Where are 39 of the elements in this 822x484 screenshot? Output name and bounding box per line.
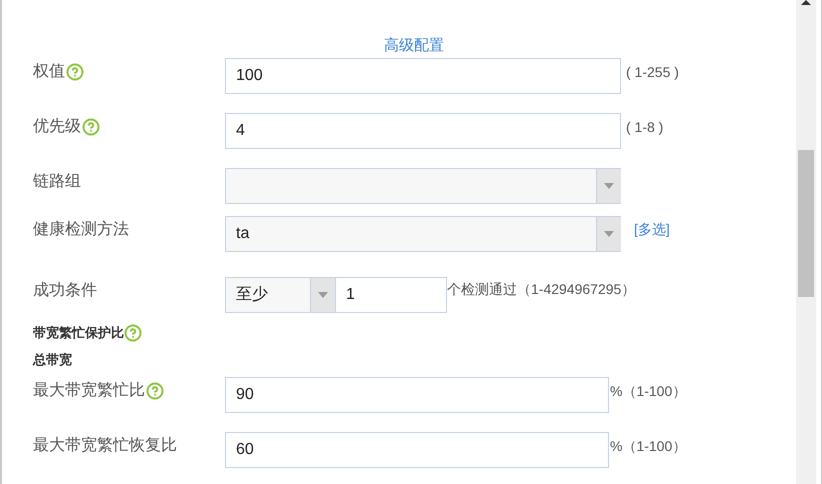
- text-input[interactable]: 100: [225, 58, 621, 94]
- field-label: 权值: [33, 62, 65, 82]
- scrollbar-thumb[interactable]: [798, 150, 814, 297]
- range-hint: %（1-100）: [610, 382, 686, 400]
- help-icon[interactable]: [66, 62, 84, 80]
- range-hint: ( 1-8 ): [626, 118, 664, 137]
- dropdown-arrow-button[interactable]: [597, 168, 621, 202]
- selected-value: ta: [236, 224, 250, 244]
- field-label: 成功条件: [33, 280, 97, 300]
- scrollbar[interactable]: [796, 0, 816, 484]
- caret-down-icon: [604, 230, 614, 236]
- selected-value: 至少: [236, 284, 268, 304]
- scroll-up-icon[interactable]: [801, 0, 811, 5]
- section-heading: 总带宽: [33, 350, 72, 369]
- caret-down-icon: [318, 292, 328, 298]
- section-heading: 带宽繁忙保护比: [33, 324, 124, 342]
- field-label: 最大带宽繁忙恢复比: [33, 436, 177, 456]
- dropdown-arrow-button[interactable]: [597, 216, 621, 250]
- field-label: 健康检测方法: [33, 220, 129, 240]
- field-label: 优先级: [33, 116, 81, 136]
- select-field[interactable]: 至少: [225, 276, 336, 312]
- range-hint: 个检测通过（1-4294967295）: [447, 280, 636, 298]
- text-input[interactable]: 60: [225, 432, 609, 468]
- help-icon[interactable]: [82, 118, 100, 136]
- text-input[interactable]: 4: [225, 112, 621, 148]
- select-field[interactable]: [225, 168, 621, 204]
- select-field[interactable]: ta: [225, 216, 621, 252]
- section-title: 高级配置: [384, 36, 444, 56]
- number-input[interactable]: 1: [336, 276, 447, 312]
- multi-select-link[interactable]: [多选]: [634, 216, 670, 240]
- caret-down-icon: [604, 182, 614, 188]
- text-input[interactable]: 90: [225, 376, 609, 412]
- field-label: 最大带宽繁忙比: [33, 380, 145, 400]
- range-hint: ( 1-255 ): [626, 62, 679, 82]
- field-label: 链路组: [33, 172, 81, 192]
- dropdown-arrow-button[interactable]: [311, 278, 335, 312]
- range-hint: %（1-100）: [610, 436, 686, 456]
- help-icon[interactable]: [146, 382, 164, 400]
- help-icon[interactable]: [124, 324, 142, 342]
